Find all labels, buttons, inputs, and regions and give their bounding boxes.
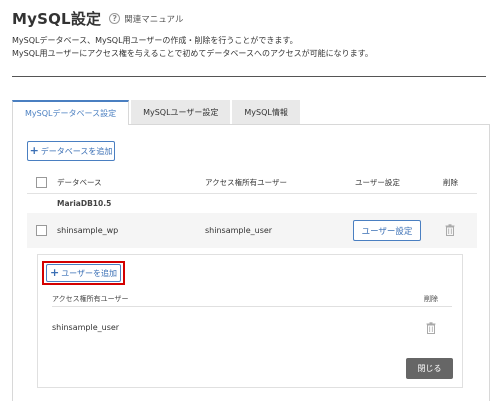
column-access-user: アクセス権所有ユーザー	[52, 295, 129, 303]
plus-icon: +	[29, 144, 39, 157]
access-user-name: shinsample_user	[205, 226, 273, 235]
manual-link-label: 関連マニュアル	[124, 14, 184, 25]
tab-mysql-database[interactable]: MySQLデータベース設定	[12, 100, 130, 125]
tab-bar: MySQLデータベース設定 MySQLユーザー設定 MySQL情報	[12, 100, 302, 125]
row-checkbox[interactable]	[36, 225, 47, 236]
column-database: データベース	[57, 178, 102, 187]
description: MySQLデータベース、MySQL用ユーザーの作成・削除を行うことができます。 …	[12, 35, 373, 60]
database-panel: + データベースを追加 データベース アクセス権所有ユーザー ユーザー設定 削除…	[12, 124, 490, 401]
user-access-subpanel: + ユーザーを追加 アクセス権所有ユーザー 削除 shinsample_user…	[37, 254, 463, 388]
select-all-checkbox[interactable]	[36, 177, 47, 188]
access-user-name: shinsample_user	[52, 323, 120, 332]
close-button[interactable]: 閉じる	[406, 358, 453, 379]
column-delete: 削除	[424, 295, 438, 303]
add-database-label: データベースを追加	[40, 146, 113, 156]
tab-mysql-user[interactable]: MySQLユーザー設定	[131, 100, 231, 125]
user-table-header: アクセス権所有ユーザー 削除	[52, 293, 452, 307]
header: MySQL設定 ? 関連マニュアル	[12, 8, 183, 29]
user-setting-button[interactable]: ユーザー設定	[353, 220, 421, 241]
database-name: shinsample_wp	[57, 226, 119, 235]
page-title: MySQL設定	[12, 10, 102, 28]
manual-link[interactable]: ? 関連マニュアル	[109, 13, 183, 25]
description-line-1: MySQLデータベース、MySQL用ユーザーの作成・削除を行うことができます。	[12, 36, 298, 45]
database-table-header: データベース アクセス権所有ユーザー ユーザー設定 削除	[27, 172, 477, 194]
add-database-button[interactable]: + データベースを追加	[27, 141, 115, 161]
trash-icon[interactable]	[445, 224, 455, 236]
help-icon: ?	[109, 13, 121, 24]
plus-icon: +	[49, 266, 60, 279]
column-access-user: アクセス権所有ユーザー	[205, 178, 287, 187]
description-line-2: MySQL用ユーザーにアクセス権を与えることで初めてデータベースへのアクセスが可…	[12, 48, 373, 58]
add-user-button[interactable]: + ユーザーを追加	[46, 264, 121, 282]
table-row: shinsample_user	[52, 313, 452, 343]
table-row: shinsample_wp shinsample_user ユーザー設定	[27, 213, 477, 248]
column-user-setting: ユーザー設定	[355, 178, 400, 187]
tab-mysql-info[interactable]: MySQL情報	[232, 100, 300, 125]
trash-icon[interactable]	[426, 322, 436, 334]
column-delete: 削除	[443, 178, 458, 187]
divider	[12, 76, 486, 77]
db-engine-group-label: MariaDB10.5	[57, 199, 112, 208]
add-user-label: ユーザーを追加	[61, 268, 118, 278]
